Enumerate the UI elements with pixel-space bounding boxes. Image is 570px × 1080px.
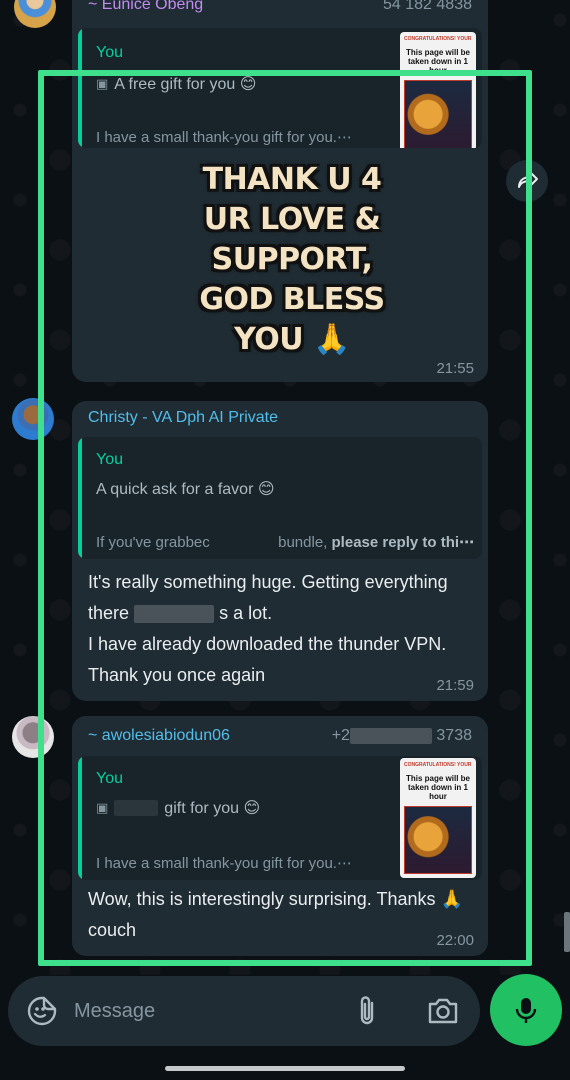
message-bubble[interactable]: ~ Eunice Obeng 54 182 4838 You ▣ A free …	[72, 0, 488, 382]
message-time: 21:59	[436, 677, 474, 694]
quoted-message[interactable]: You ▣ A free gift for you 😊 I have a sma…	[78, 28, 482, 148]
message-input[interactable]	[74, 994, 334, 1028]
sticker-smile-icon[interactable]	[26, 995, 58, 1027]
quote-title: ▣ A free gift for you 😊	[96, 76, 257, 93]
sticker[interactable]: THANK U 4 UR LOVE & SUPPORT, GOD BLESS Y…	[182, 160, 402, 360]
redaction	[134, 605, 215, 624]
quoted-message[interactable]: You A quick ask for a favor 😊 If you've …	[78, 437, 482, 559]
quote-thumbnail: CONGRATULATIONS! YOUR This page will be …	[400, 758, 476, 878]
home-indicator[interactable]	[165, 1066, 405, 1071]
message-text: Wow, this is interestingly surprising. T…	[88, 889, 463, 940]
redaction	[349, 727, 432, 744]
quote-title: A quick ask for a favor 😊	[96, 481, 275, 498]
message-time: 22:00	[436, 932, 474, 949]
microphone-icon	[515, 998, 537, 1023]
forward-button[interactable]	[506, 160, 548, 202]
sender-name[interactable]: ~ awolesiabiodun06	[88, 727, 230, 745]
message-bubble[interactable]: Christy - VA Dph AI Private You A quick …	[72, 401, 488, 701]
image-icon: ▣	[96, 800, 109, 815]
avatar[interactable]	[12, 716, 54, 758]
scrollbar[interactable]	[564, 912, 570, 952]
quote-body: If you've grabbec bundle, please reply t…	[96, 534, 475, 551]
quote-author: You	[96, 451, 123, 468]
quote-author: You	[96, 770, 123, 787]
sender-name[interactable]: Christy - VA Dph AI Private	[88, 409, 278, 427]
quote-author: You	[96, 44, 123, 61]
sender-phone: +2 3738	[331, 727, 472, 744]
camera-icon[interactable]	[426, 996, 460, 1026]
quote-title: ▣ gift for you 😊	[96, 800, 261, 817]
quote-body: I have a small thank-you gift for you.⋯	[96, 855, 352, 872]
message-time: 21:55	[436, 360, 474, 377]
microphone-button[interactable]	[490, 974, 562, 1046]
quote-body: I have a small thank-you gift for you.⋯	[96, 129, 352, 146]
quoted-message[interactable]: You ▣ gift for you 😊 I have a small than…	[78, 756, 482, 880]
quote-thumbnail: CONGRATULATIONS! YOUR This page will be …	[400, 32, 476, 148]
message-composer[interactable]	[8, 976, 480, 1046]
pray-emoji: 🙏	[313, 322, 350, 357]
forward-icon	[518, 172, 538, 188]
sender-name[interactable]: ~ Eunice Obeng	[88, 0, 203, 14]
message-text: It's really something huge. Getting ever…	[88, 572, 448, 685]
paperclip-icon[interactable]	[352, 994, 382, 1028]
image-icon: ▣	[96, 76, 109, 91]
avatar[interactable]	[12, 398, 54, 440]
sender-phone: 54 182 4838	[383, 0, 472, 13]
message-bubble[interactable]: ~ awolesiabiodun06 +2 3738 You ▣ gift fo…	[72, 716, 488, 956]
